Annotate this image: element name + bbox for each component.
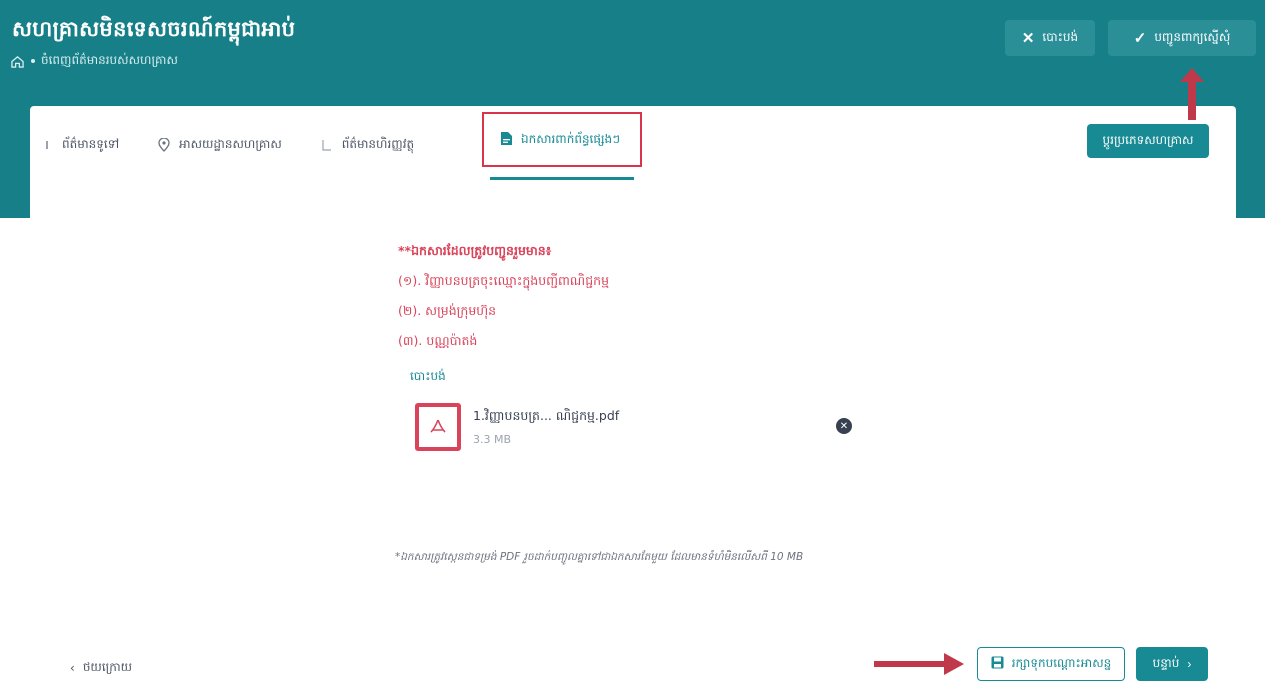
next-button[interactable]: បន្ទាប់ ›: [1136, 647, 1208, 681]
breadcrumb-current: ចំពេញព័ត៌មានរបស់សហគ្រាស: [41, 53, 178, 67]
required-document-item: (៣). បណ្ណប៉ាតង់: [398, 333, 478, 348]
back-button-label: ថយក្រោយ: [82, 660, 133, 674]
annotation-arrow-right: [874, 653, 964, 675]
main-card: [30, 106, 1236, 666]
tab-label: អាសយដ្ឋានសហគ្រាស: [179, 137, 282, 151]
tab-general-info[interactable]: ព័ត៌មានទូទៅ: [40, 124, 119, 166]
uploaded-file: 1.វិញ្ញាបនបត្រ... ណិជ្ជកម្ម.pdf 3.3 MB: [415, 403, 619, 451]
save-draft-button[interactable]: រក្សាទុកបណ្ដោះអាសន្ន: [977, 647, 1125, 681]
submit-button-label: បញ្ជូនពាក្យស្នើសុំ: [1154, 30, 1231, 44]
active-tab-indicator: [490, 177, 634, 180]
tab-enterprise-address[interactable]: អាសយដ្ឋានសហគ្រាស: [157, 124, 282, 166]
required-document-item: (២). សម្រង់ក្រុមហ៊ុន: [398, 303, 497, 318]
chevron-right-icon: ›: [1187, 657, 1192, 671]
pdf-file-icon: [415, 403, 461, 451]
document-icon: [500, 131, 513, 149]
tab-bar: ព័ត៌មានទូទៅ អាសយដ្ឋានសហគ្រាស ព័ត៌មានហិរញ…: [40, 124, 452, 166]
change-enterprise-type-button[interactable]: ប្តូរប្រភេទសហគ្រាស: [1087, 124, 1209, 158]
upload-note: *ឯកសារត្រូវស្កេនជាទម្រង់ PDF រួចដាក់បញ្ច…: [395, 551, 804, 563]
tab-label: ព័ត៌មានហិរញ្ញវត្ថុ: [341, 137, 415, 151]
tab-related-documents[interactable]: ឯកសារពាក់ព័ន្ធផ្សេងៗ: [482, 112, 642, 167]
app-title: សហគ្រាសមិនទេសចរណ៍កម្ពុជាអាប់: [12, 17, 296, 41]
home-icon[interactable]: [10, 55, 25, 68]
info-icon: [40, 138, 54, 152]
cancel-button[interactable]: ✕ បោះបង់: [1005, 20, 1095, 56]
required-documents-heading: **ឯកសារដែលត្រូវបញ្ជូនរួមមាន៖: [398, 243, 552, 258]
save-draft-label: រក្សាទុកបណ្ដោះអាសន្ន: [1011, 656, 1112, 670]
location-pin-icon: [157, 138, 171, 152]
annotation-arrow-up: [1180, 68, 1204, 120]
save-icon: [991, 656, 1004, 672]
remove-file-icon[interactable]: ✕: [836, 418, 852, 434]
back-button[interactable]: ‹ ថយក្រោយ: [70, 659, 132, 677]
tab-label: ព័ត៌មានទូទៅ: [62, 137, 120, 151]
bracket-icon: [320, 138, 334, 152]
breadcrumb-separator: [31, 59, 35, 63]
next-button-label: បន្ទាប់: [1152, 656, 1180, 670]
chevron-left-icon: ‹: [70, 661, 75, 675]
cancel-button-label: បោះបង់: [1042, 30, 1079, 44]
file-size: 3.3 MB: [473, 433, 512, 446]
required-documents: **ឯកសារដែលត្រូវបញ្ជូនរួមមាន៖ (១). វិញ្ញា…: [398, 236, 609, 356]
check-icon: ✓: [1133, 30, 1147, 47]
breadcrumb: ចំពេញព័ត៌មានរបស់សហគ្រាស: [10, 52, 178, 70]
tab-label: ឯកសារពាក់ព័ន្ធផ្សេងៗ: [521, 131, 621, 146]
tab-financial-info[interactable]: ព័ត៌មានហិរញ្ញវត្ថុ: [320, 124, 414, 166]
remove-file-link[interactable]: បោះបង់: [410, 368, 446, 386]
file-name: 1.វិញ្ញាបនបត្រ... ណិជ្ជកម្ម.pdf: [473, 408, 620, 423]
required-document-item: (១). វិញ្ញាបនបត្រចុះឈ្មោះក្នុងបញ្ជីពាណិជ…: [398, 273, 609, 288]
close-icon: ✕: [1021, 30, 1035, 47]
submit-application-button[interactable]: ✓ បញ្ជូនពាក្យស្នើសុំ: [1108, 20, 1256, 56]
